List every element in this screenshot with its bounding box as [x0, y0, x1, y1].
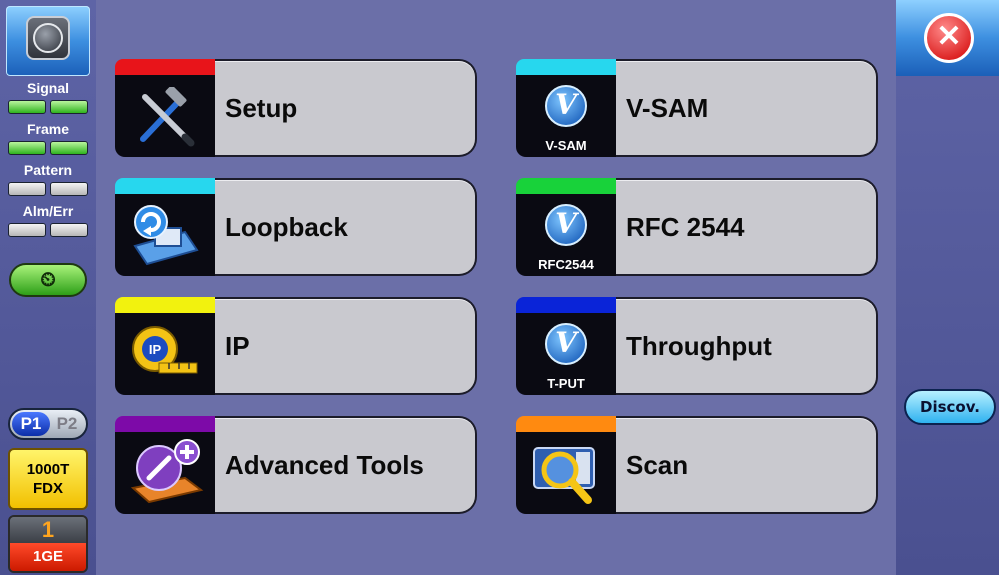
alm-err-label: Alm/Err	[22, 203, 74, 219]
tile-vsam[interactable]: V V-SAM V-SAM	[516, 59, 878, 157]
port-type: 1GE	[10, 543, 86, 571]
tools-menu-button[interactable]	[6, 6, 90, 76]
app-frame: Signal Frame Pattern Alm/Err ⏲ P1 P2 100…	[0, 0, 999, 575]
icon-caption: RFC2544	[538, 257, 594, 272]
link-speed: 1000T	[26, 461, 70, 478]
port-p1-button[interactable]: P1	[12, 412, 50, 436]
right-sidebar: ✕ Discov.	[896, 0, 999, 575]
port-selector[interactable]: P1 P2	[8, 408, 88, 440]
alm-err-indicator[interactable]	[8, 223, 88, 237]
tile-body: Scan	[616, 416, 878, 514]
tile-label: Advanced Tools	[225, 450, 424, 480]
pattern-label: Pattern	[23, 162, 73, 178]
tile-label: RFC 2544	[626, 212, 745, 242]
tile-label: IP	[225, 331, 250, 361]
category-bar	[115, 297, 215, 313]
tile-throughput[interactable]: V T-PUT Throughput	[516, 297, 878, 395]
port-type-button[interactable]: 1 1GE	[8, 515, 88, 573]
history-button[interactable]: ⏲	[9, 263, 87, 297]
svg-text:IP: IP	[149, 342, 162, 357]
tile-body: V-SAM	[616, 59, 878, 157]
discover-button[interactable]: Discov.	[904, 389, 996, 425]
port-p2-button[interactable]: P2	[50, 414, 84, 434]
frame-label: Frame	[26, 121, 70, 137]
signal-label: Signal	[26, 80, 69, 96]
pattern-indicator[interactable]	[8, 182, 88, 196]
tile-body: Throughput	[616, 297, 878, 395]
category-bar	[115, 178, 215, 194]
category-bar	[516, 297, 616, 313]
frame-indicator[interactable]	[8, 141, 88, 155]
tile-advanced-tools[interactable]: Advanced Tools	[115, 416, 477, 514]
tools-icon	[115, 75, 215, 157]
signal-indicator[interactable]	[8, 100, 88, 114]
icon-caption: V-SAM	[545, 138, 587, 153]
link-duplex: FDX	[33, 480, 63, 497]
tile-label: Throughput	[626, 331, 772, 361]
close-icon: ✕	[936, 20, 962, 53]
vsam-icon: V V-SAM	[516, 75, 616, 157]
tile-body: Setup	[215, 59, 477, 157]
category-bar	[115, 416, 215, 432]
main-menu: Setup V V-SAM V-SAM Loopback V RFC2544 R…	[96, 0, 896, 575]
tile-ip[interactable]: IP IP	[115, 297, 477, 395]
tile-label: V-SAM	[626, 93, 709, 123]
rfc2544-icon: V RFC2544	[516, 194, 616, 276]
scan-icon	[516, 432, 616, 514]
tile-scan[interactable]: Scan	[516, 416, 878, 514]
category-bar	[115, 59, 215, 75]
close-button[interactable]: ✕	[924, 13, 974, 63]
link-status-button[interactable]: 1000T FDX	[8, 448, 88, 510]
tile-body: RFC 2544	[616, 178, 878, 276]
close-header: ✕	[896, 0, 999, 76]
port-number: 1	[10, 517, 86, 543]
tile-body: Advanced Tools	[215, 416, 477, 514]
icon-caption: T-PUT	[547, 376, 585, 391]
tile-loopback[interactable]: Loopback	[115, 178, 477, 276]
tile-rfc2544[interactable]: V RFC2544 RFC 2544	[516, 178, 878, 276]
tools-icon	[26, 16, 70, 60]
category-bar	[516, 178, 616, 194]
left-sidebar: Signal Frame Pattern Alm/Err ⏲ P1 P2 100…	[0, 0, 96, 575]
loopback-icon	[115, 194, 215, 276]
category-bar	[516, 416, 616, 432]
category-bar	[516, 59, 616, 75]
advanced-tools-icon	[115, 432, 215, 514]
tile-setup[interactable]: Setup	[115, 59, 477, 157]
ip-tape-icon: IP	[115, 313, 215, 395]
tile-body: IP	[215, 297, 477, 395]
tile-label: Loopback	[225, 212, 348, 242]
history-icon: ⏲	[40, 268, 56, 291]
tile-body: Loopback	[215, 178, 477, 276]
tile-label: Scan	[626, 450, 689, 480]
throughput-icon: V T-PUT	[516, 313, 616, 395]
tile-label: Setup	[225, 93, 298, 123]
